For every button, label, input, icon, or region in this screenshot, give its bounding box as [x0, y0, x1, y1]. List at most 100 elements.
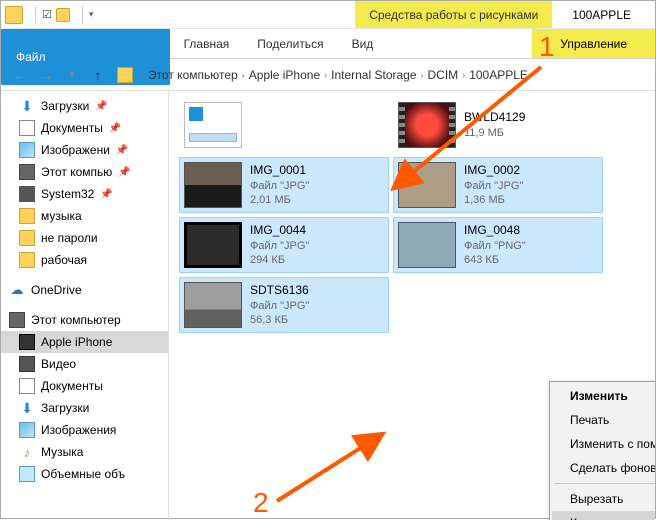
address-bar: ← → ▾ ↑ › Этот компьютер › Apple iPhone › In…: [1, 59, 655, 91]
tab-share[interactable]: Поделиться: [243, 29, 337, 58]
nav-forward-button[interactable]: →: [35, 64, 57, 86]
sidebar-tree: ⬇Загрузки📌Документы📌Изображени📌Этот комп…: [1, 91, 169, 520]
file-size: 294 КБ: [250, 253, 309, 267]
file-size: 56,3 КБ: [250, 313, 309, 327]
file-item[interactable]: IMG_0044Файл "JPG"294 КБ: [179, 217, 389, 273]
tree-item[interactable]: рабочая: [1, 249, 168, 271]
file-item[interactable]: [179, 97, 389, 153]
breadcrumb-segment[interactable]: DCIM: [428, 68, 459, 82]
app-folder-icon: [5, 6, 23, 24]
file-name: IMG_0048: [464, 223, 526, 239]
file-item[interactable]: IMG_0002Файл "JPG"1,36 МБ: [393, 157, 603, 213]
folder-icon: [19, 208, 35, 224]
file-item[interactable]: IMG_0048Файл "PNG"643 КБ: [393, 217, 603, 273]
tree-item-label: Apple iPhone: [41, 335, 112, 349]
file-size: 1,36 МБ: [464, 193, 523, 207]
file-thumbnail: [184, 162, 242, 208]
chevron-right-icon: ›: [242, 70, 245, 80]
tree-item-label: Документы: [41, 379, 103, 393]
tree-item[interactable]: ⬇Загрузки📌: [1, 95, 168, 117]
file-meta: IMG_0044Файл "JPG"294 КБ: [250, 223, 309, 267]
tree-item[interactable]: Изображени 📌: [1, 139, 168, 161]
tree-item-label: System32: [41, 187, 94, 201]
tree-item[interactable]: ☁OneDrive: [1, 279, 168, 301]
breadcrumb-segment[interactable]: Apple iPhone: [249, 68, 320, 82]
file-item[interactable]: SDTS6136Файл "JPG"56,3 КБ: [179, 277, 389, 333]
file-type: Файл "JPG": [250, 179, 309, 193]
tree-item[interactable]: Документы: [1, 375, 168, 397]
file-name: IMG_0001: [250, 163, 309, 179]
pin-icon: 📌: [109, 123, 121, 134]
annotation-number-2: 2: [253, 487, 269, 519]
qat-dropdown-icon[interactable]: ▾: [89, 9, 94, 20]
nav-back-button[interactable]: ←: [9, 64, 31, 86]
phone-icon: [19, 334, 35, 350]
breadcrumb-segment[interactable]: Этот компьютер: [148, 68, 238, 82]
context-menu-item[interactable]: Сделать фоновым изображением рабочего ст…: [552, 456, 655, 480]
pin-icon: 📌: [116, 145, 128, 156]
vol-icon: [19, 466, 35, 482]
tree-item-label: Объемные объ: [41, 467, 125, 481]
context-menu-item[interactable]: Вырезать: [552, 487, 655, 511]
separator: [82, 6, 83, 24]
file-name: IMG_0044: [250, 223, 309, 239]
file-thumbnail: [184, 222, 242, 268]
file-type: Файл "JPG": [464, 179, 523, 193]
tree-item[interactable]: Объемные объ: [1, 463, 168, 485]
context-menu-item[interactable]: Изменить с помощью Paint 3D: [552, 432, 655, 456]
file-thumbnail: [398, 102, 456, 148]
pc-icon: [9, 312, 25, 328]
tree-item-label: OneDrive: [31, 283, 82, 297]
music2-icon: ♪: [19, 444, 35, 460]
ribbon-tabs: Файл Главная Поделиться Вид Управление: [1, 29, 655, 59]
tree-item[interactable]: Этот компью📌: [1, 161, 168, 183]
file-meta: SDTS6136Файл "JPG"56,3 КБ: [250, 283, 309, 327]
file-thumbnail: [398, 162, 456, 208]
tree-item[interactable]: System32📌: [1, 183, 168, 205]
qat-new-folder-icon[interactable]: [56, 8, 70, 22]
tree-item[interactable]: Видео: [1, 353, 168, 375]
sys-icon: [19, 186, 35, 202]
tree-item[interactable]: ♪Музыка: [1, 441, 168, 463]
file-thumbnail: [398, 222, 456, 268]
file-item[interactable]: IMG_0001Файл "JPG"2,01 МБ: [179, 157, 389, 213]
file-meta: BWLD412911,9 МБ: [464, 110, 525, 140]
tree-item[interactable]: музыка: [1, 205, 168, 227]
tree-item[interactable]: Apple iPhone: [1, 331, 168, 353]
tree-item-label: Изображени: [41, 143, 110, 157]
chevron-right-icon: ›: [324, 70, 327, 80]
file-grid: BWLD412911,9 МБ IMG_0001Файл "JPG"2,01 МБ…: [179, 97, 645, 333]
separator: [35, 6, 36, 24]
tree-item[interactable]: ⬇Загрузки: [1, 397, 168, 419]
chevron-right-icon: ›: [462, 70, 465, 80]
context-menu: ИзменитьПечатьИзменить с помощью Paint 3…: [549, 381, 655, 520]
file-meta: IMG_0001Файл "JPG"2,01 МБ: [250, 163, 309, 207]
nav-up-button[interactable]: ↑: [87, 64, 109, 86]
tree-item-label: Загрузки: [41, 99, 89, 113]
breadcrumb-root-icon[interactable]: [117, 67, 133, 83]
tree-item[interactable]: Изображения: [1, 419, 168, 441]
nav-recent-dropdown[interactable]: ▾: [61, 64, 83, 86]
tree-item-label: Документы: [41, 121, 103, 135]
tab-view[interactable]: Вид: [338, 29, 388, 58]
content-pane: BWLD412911,9 МБ IMG_0001Файл "JPG"2,01 МБ…: [169, 91, 655, 520]
tree-item[interactable]: Документы 📌: [1, 117, 168, 139]
tree-item[interactable]: не пароли: [1, 227, 168, 249]
tree-item-label: Этот компьютер: [31, 313, 121, 327]
qat-checkbox-icon[interactable]: ☑: [42, 8, 52, 21]
dl-icon: ⬇: [19, 400, 35, 416]
pin-icon: 📌: [95, 101, 107, 112]
tree-item[interactable]: Этот компьютер: [1, 309, 168, 331]
img-icon: [19, 142, 35, 158]
file-item[interactable]: BWLD412911,9 МБ: [393, 97, 603, 153]
tree-item-label: Видео: [41, 357, 76, 371]
context-menu-item[interactable]: Изменить: [552, 384, 655, 408]
pc-icon: [19, 164, 35, 180]
img-icon: [19, 422, 35, 438]
annotation-number-1: 1: [539, 31, 555, 63]
context-menu-item[interactable]: Печать: [552, 408, 655, 432]
breadcrumb-segment[interactable]: Internal Storage: [331, 68, 416, 82]
folder-icon: [19, 252, 35, 268]
breadcrumb-segment[interactable]: 100APPLE: [469, 68, 528, 82]
tab-home[interactable]: Главная: [170, 29, 244, 58]
